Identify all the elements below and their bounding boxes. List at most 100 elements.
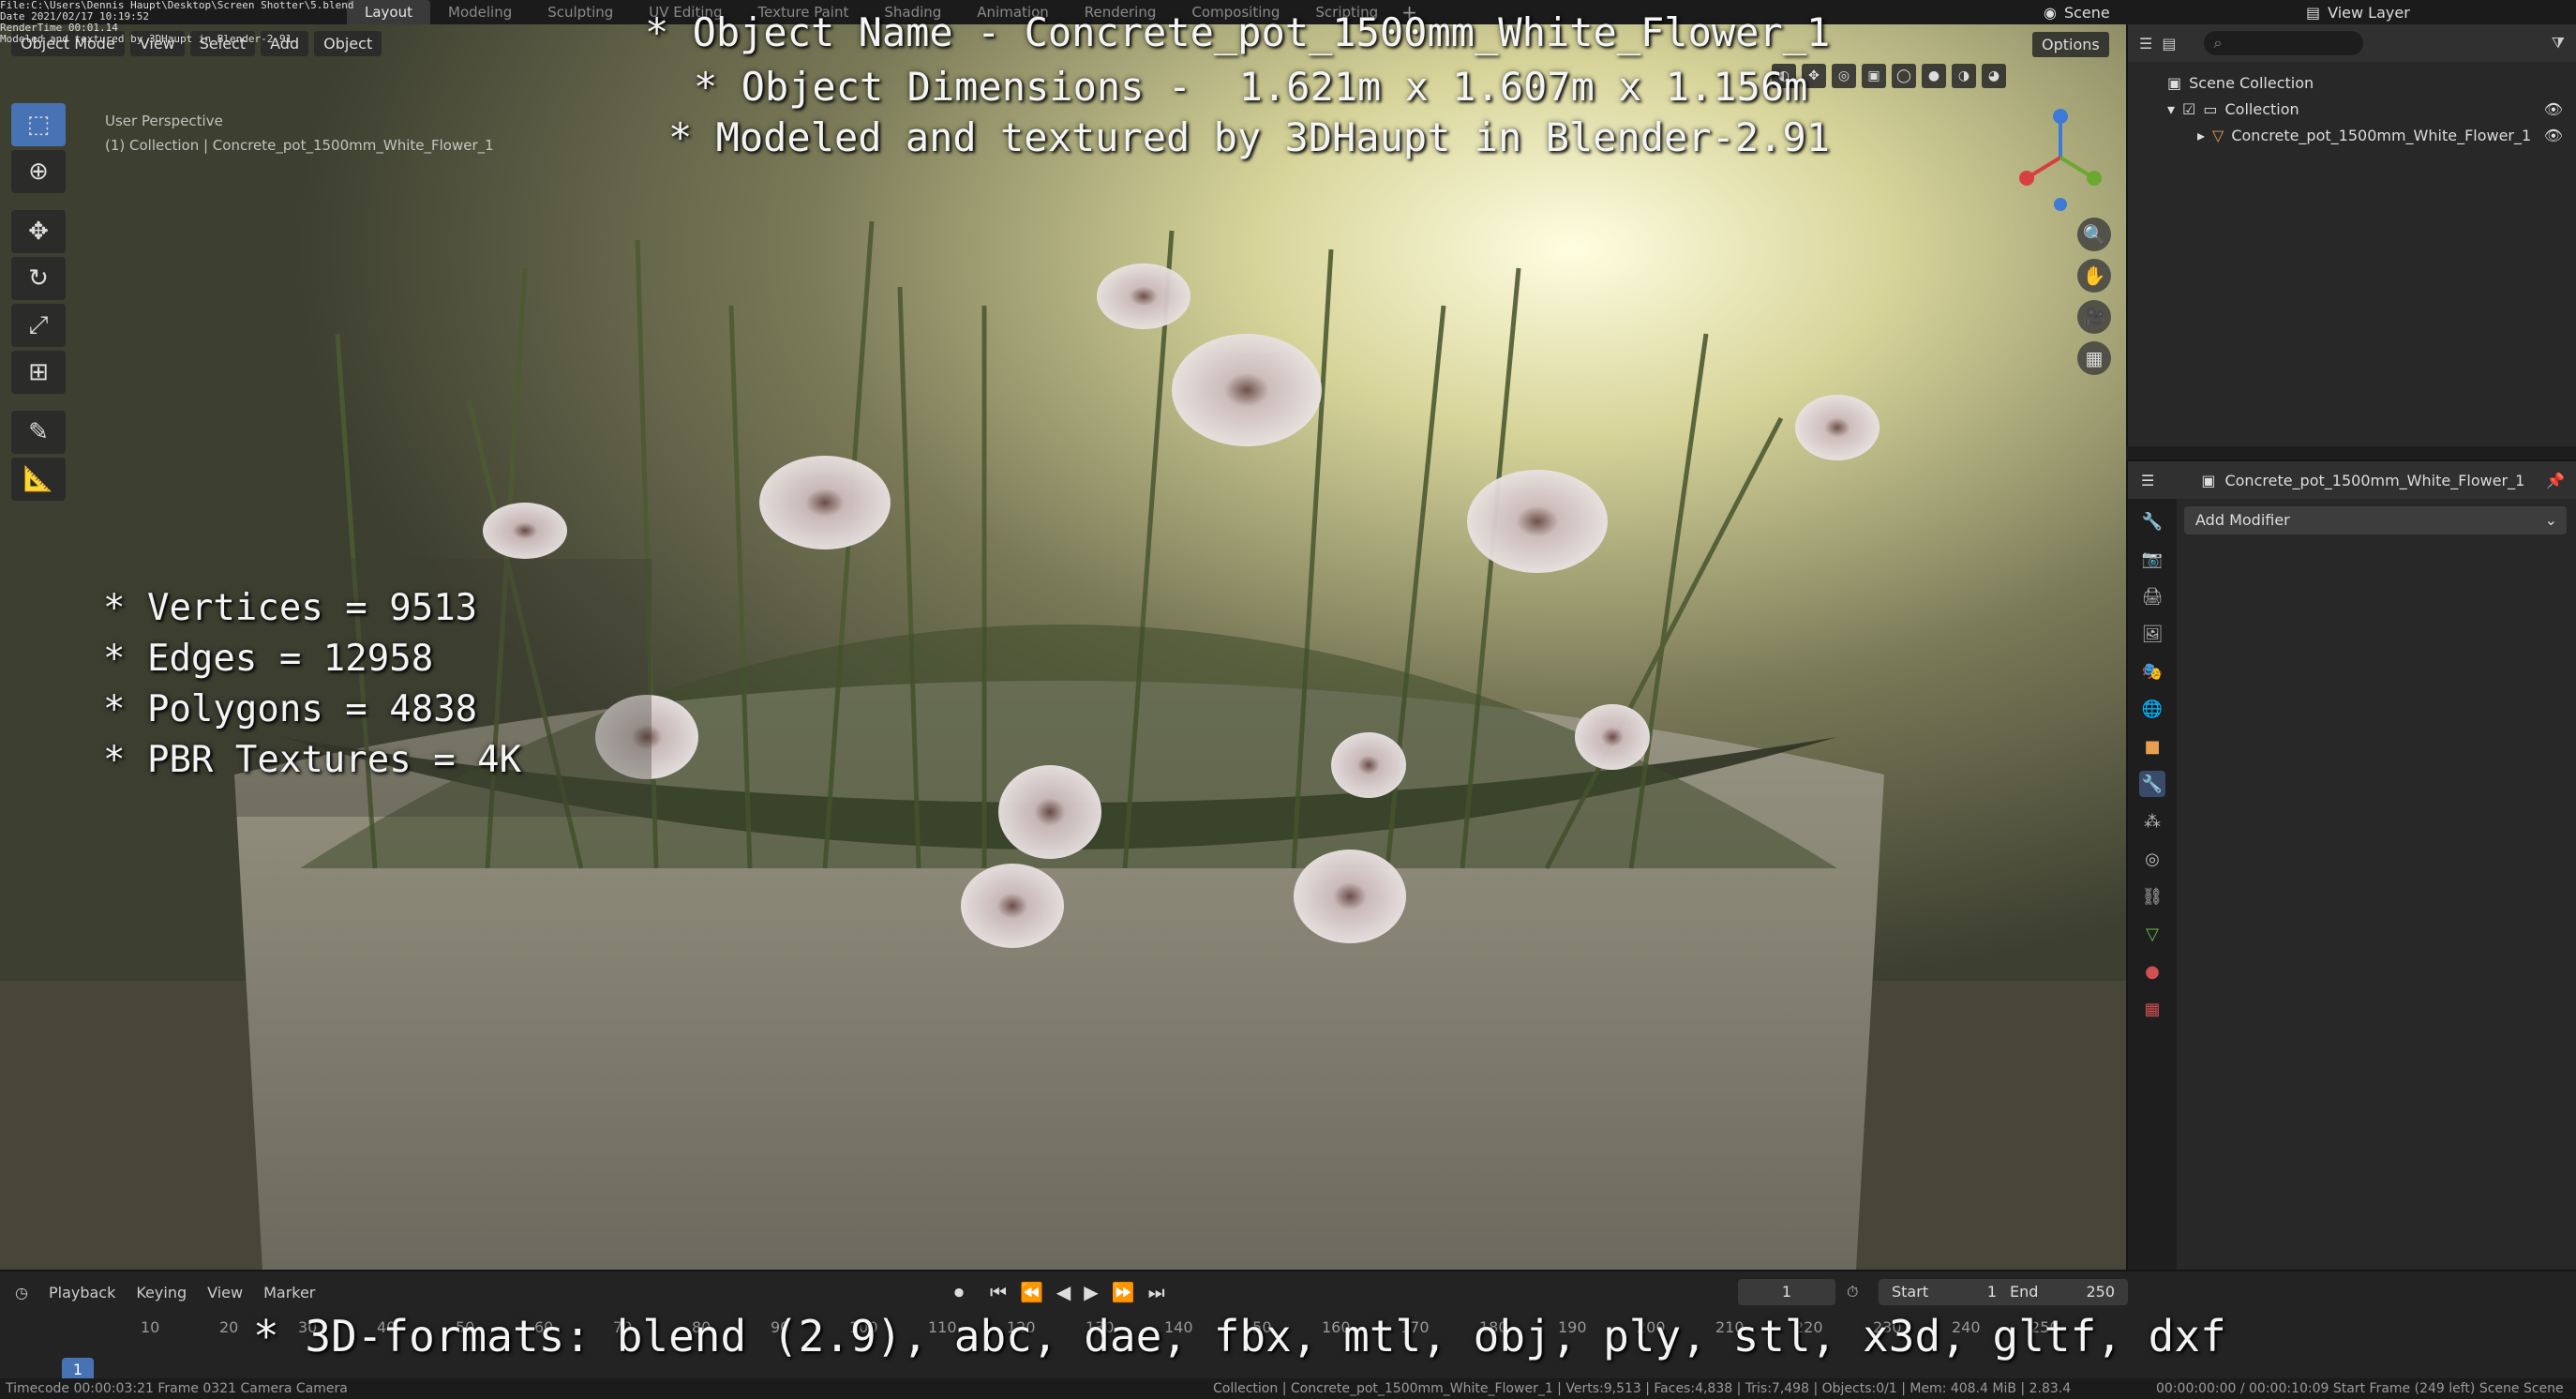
scale-tool-icon[interactable]: ⤢ [11,304,66,347]
jump-start-icon[interactable]: ⏮ [990,1281,1007,1303]
properties-tabs: 🔧 📷 🖨 🖼 🎭 🌐 ■ 🔧 ⁂ ◎ ⛓ ▽ ● ▦ [2128,499,2177,1271]
outliner-item-scene-collection[interactable]: ▣ Scene Collection [2128,69,2576,96]
current-frame-field[interactable]: 1 [1738,1279,1835,1305]
vertices-stat: * Vertices = 9513 [103,587,478,629]
editor-type-icon[interactable]: ☰ [2141,472,2154,489]
world-tab-icon[interactable]: 🌐 [2139,696,2165,722]
stopwatch-icon[interactable]: ⏱ [1847,1283,1858,1301]
chevron-down-icon: ⌄ [2544,511,2557,529]
start-value: 1 [1986,1283,1997,1301]
editor-type-icon[interactable]: ☰ [2139,35,2152,53]
scene-selector[interactable]: ◉ Scene [2044,0,2110,24]
measure-tool-icon[interactable]: 📐 [11,458,66,501]
navigation-gizmo[interactable] [2006,103,2119,216]
data-tab-icon[interactable]: ▽ [2139,921,2165,947]
keying-menu[interactable]: Keying [136,1284,187,1301]
eye-icon[interactable]: 👁 [2544,100,2563,118]
tab-modeling[interactable]: Modeling [430,0,530,24]
view-layer-icon: ▤ [2306,3,2321,22]
collection-path-label: (1) Collection | Concrete_pot_1500mm_Whi… [105,137,494,154]
object-name-caption: * Object Name - Concrete_pot_1500mm_Whit… [645,9,1831,55]
info-line: Modeled and textured by 3DHaupt in Blend… [0,33,292,45]
tool-tab-icon[interactable]: 🔧 [2139,508,2165,534]
polygons-stat: * Polygons = 4838 [103,688,478,730]
wireframe-shading-icon[interactable]: ◯ [1892,64,1916,88]
status-left: Timecode 00:00:03:21 Frame 0321 Camera C… [6,1381,348,1396]
particles-tab-icon[interactable]: ⁂ [2139,808,2165,835]
perspective-label: User Perspective [105,113,223,129]
expand-chevron-icon[interactable]: ▾ [2167,100,2175,118]
scene-tab-icon[interactable]: 🎭 [2139,658,2165,684]
physics-tab-icon[interactable]: ◎ [2139,846,2165,872]
eye-icon[interactable]: 👁 [2544,127,2563,144]
jump-end-icon[interactable]: ⏭ [1148,1281,1165,1303]
cursor-tool-icon[interactable]: ⊕ [11,150,66,193]
play-reverse-icon[interactable]: ◀ [1056,1281,1071,1303]
grid-toggle-icon[interactable]: ▦ [2077,341,2111,375]
object-icon: ▣ [2201,471,2216,489]
properties-panel: ☰ ▣ Concrete_pot_1500mm_White_Flower_1 📌… [2126,459,2576,1271]
checkbox-icon[interactable]: ☑ [2182,100,2195,118]
object-tab-icon[interactable]: ■ [2139,733,2165,760]
play-icon[interactable]: ▶ [1084,1281,1098,1303]
end-frame-field[interactable]: End 250 [1997,1279,2128,1305]
camera-view-icon[interactable]: 🎥 [2077,300,2111,334]
status-scene-stats: Collection | Concrete_pot_1500mm_White_F… [1213,1381,2072,1396]
view-menu[interactable]: View [207,1284,243,1301]
annotate-tool-icon[interactable]: ✎ [11,411,66,454]
material-shading-icon[interactable]: ◑ [1952,64,1976,88]
outliner-item-object[interactable]: ▸ ▽ Concrete_pot_1500mm_White_Flower_1 👁 [2128,122,2576,148]
textures-stat: * PBR Textures = 4K [103,739,522,781]
filter-icon[interactable]: ⧩ [2552,34,2565,53]
xray-toggle-icon[interactable]: ▣ [1862,64,1886,88]
display-mode-icon[interactable]: ▤ [2162,35,2176,53]
texture-tab-icon[interactable]: ▦ [2139,996,2165,1022]
record-icon[interactable]: ⏺ [954,1281,964,1303]
playback-menu[interactable]: Playback [49,1284,115,1301]
scene-collection-icon: ▣ [2167,73,2182,92]
toolbar: ⬚ ⊕ ✥ ↻ ⤢ ⊞ ✎ 📐 [11,103,69,501]
properties-header: ☰ ▣ Concrete_pot_1500mm_White_Flower_1 📌 [2128,461,2576,499]
select-box-tool-icon[interactable]: ⬚ [11,103,66,146]
material-tab-icon[interactable]: ● [2139,958,2165,985]
zoom-icon[interactable]: 🔍 [2077,218,2111,251]
end-value: 250 [2086,1283,2115,1301]
formats-caption: * 3D-formats: blend (2.9), abc, dae, fbx… [253,1311,2226,1361]
add-modifier-label: Add Modifier [2195,511,2290,529]
solid-shading-icon[interactable]: ● [1922,64,1946,88]
next-keyframe-icon[interactable]: ⏩ [1112,1281,1135,1303]
prev-keyframe-icon[interactable]: ⏪ [1020,1281,1043,1303]
outliner-header: ☰ ▤ ⌕ ⧩ [2128,24,2576,62]
modifier-tab-icon[interactable]: 🔧 [2139,771,2165,797]
pan-hand-icon[interactable]: ✋ [2077,259,2111,293]
tab-layout[interactable]: Layout [347,0,430,24]
options-dropdown[interactable]: Options [2032,32,2109,57]
tab-sculpting[interactable]: Sculpting [530,0,631,24]
constraints-tab-icon[interactable]: ⛓ [2139,883,2165,910]
overlay-toggle-icon[interactable]: ◎ [1832,64,1856,88]
expand-chevron-icon[interactable]: ▸ [2197,127,2205,144]
render-info-overlay: File:C:\Users\Dennis Haupt\Desktop\Scree… [0,0,354,45]
object-dimensions-caption: * Object Dimensions - 1.621m x 1.607m x … [694,64,1808,110]
outliner-panel: ☰ ▤ ⌕ ⧩ ▣ Scene Collection ▾ ☑ ▭ Collect… [2126,24,2576,446]
properties-object-name: Concrete_pot_1500mm_White_Flower_1 [2224,471,2525,489]
rendered-shading-icon[interactable]: ◕ [1982,64,2006,88]
outliner-item-collection[interactable]: ▾ ☑ ▭ Collection 👁 [2128,96,2576,122]
add-modifier-dropdown[interactable]: Add Modifier ⌄ [2184,506,2567,534]
frame-tick-label: 20 [219,1318,239,1336]
frame-tick-label: 10 [141,1318,160,1336]
editor-type-icon[interactable]: ◷ [15,1284,28,1301]
start-frame-field[interactable]: Start 1 [1879,1279,2010,1305]
rotate-tool-icon[interactable]: ↻ [11,257,66,300]
render-tab-icon[interactable]: 📷 [2139,546,2165,572]
pin-icon[interactable]: 📌 [2546,472,2565,489]
output-tab-icon[interactable]: 🖨 [2139,583,2165,609]
start-label: Start [1892,1283,1929,1301]
view-layer-selector[interactable]: ▤ View Layer [2306,0,2410,24]
scene-icon: ◉ [2044,3,2057,22]
move-tool-icon[interactable]: ✥ [11,210,66,253]
transform-tool-icon[interactable]: ⊞ [11,351,66,394]
marker-menu[interactable]: Marker [263,1284,315,1301]
outliner-search-input[interactable]: ⌕ [2204,31,2364,55]
view-layer-tab-icon[interactable]: 🖼 [2139,621,2165,647]
